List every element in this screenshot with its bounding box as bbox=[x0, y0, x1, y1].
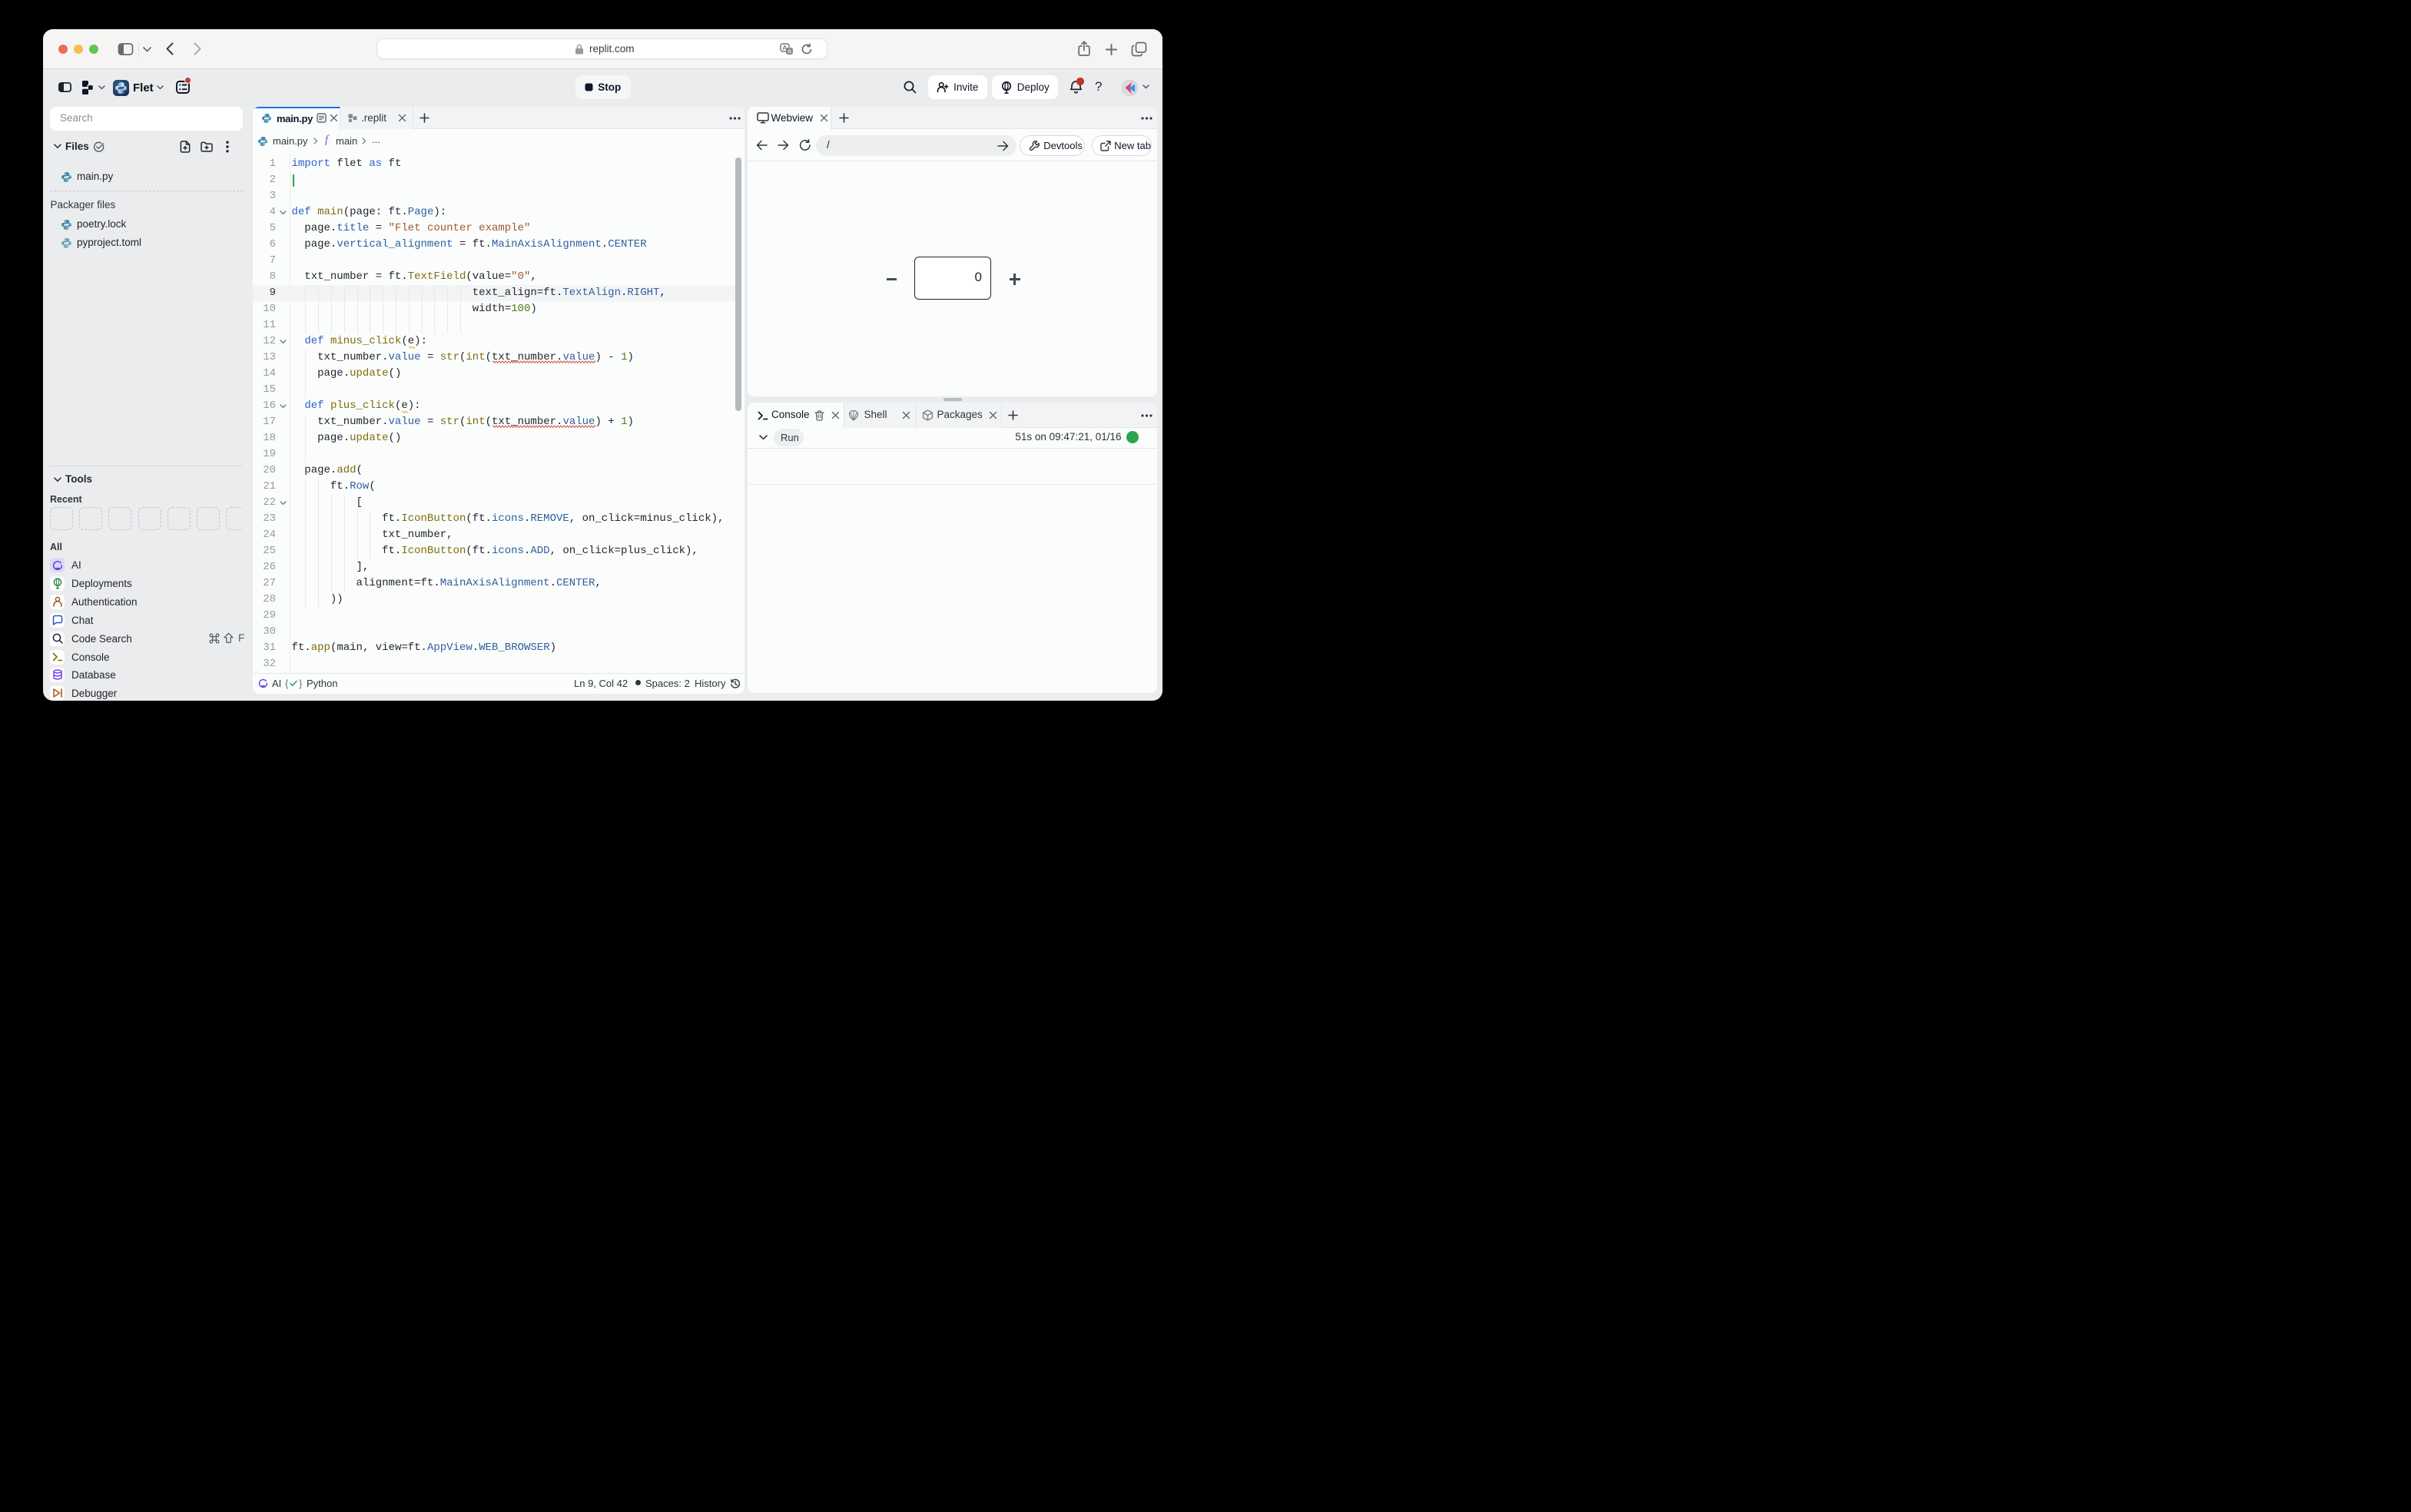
svg-text:a: a bbox=[788, 48, 791, 55]
